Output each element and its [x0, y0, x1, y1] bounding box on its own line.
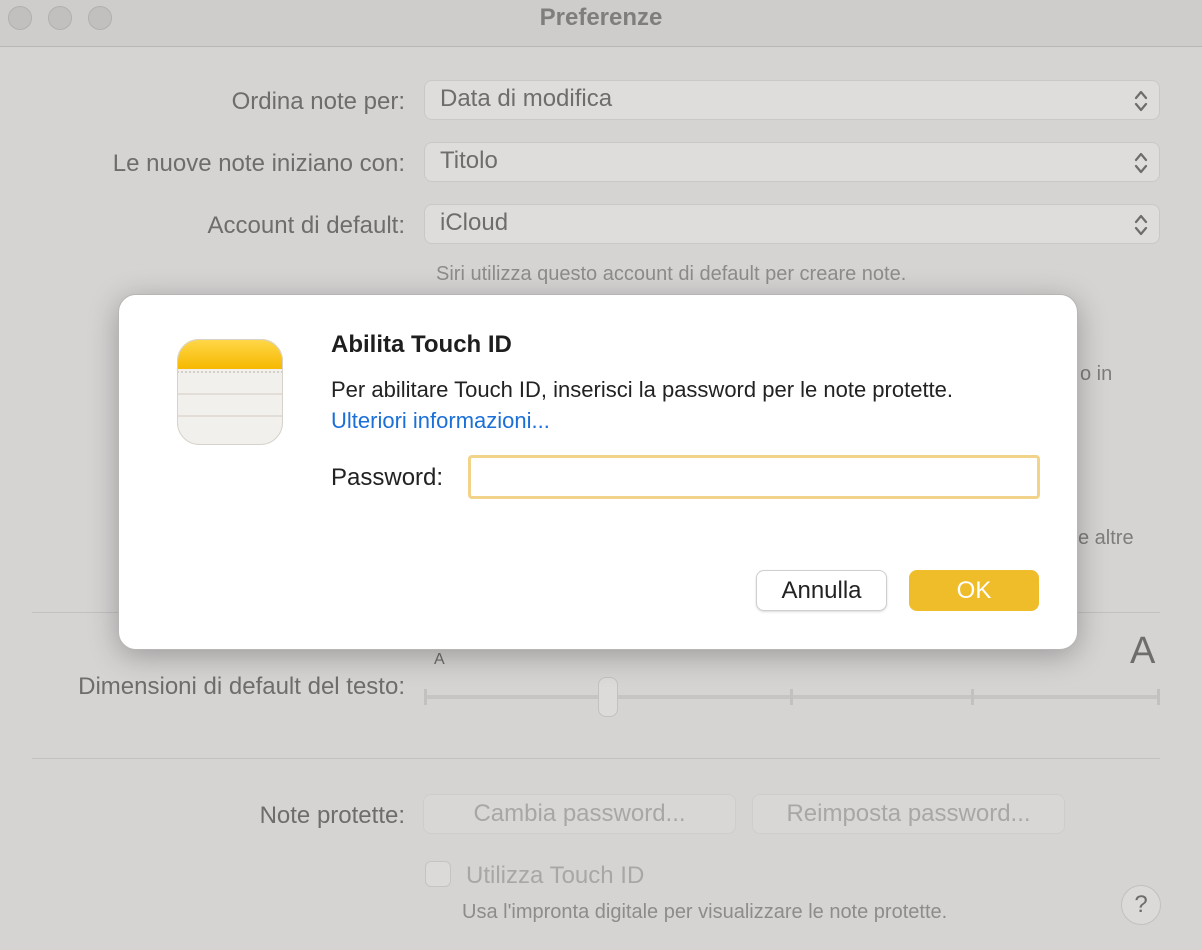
- updown-chevron-icon: [1134, 214, 1148, 236]
- sort-popup-value: Data di modifica: [440, 85, 613, 112]
- small-text-size-label: A: [434, 651, 445, 668]
- account-label: Account di default:: [207, 212, 405, 239]
- account-note: Siri utilizza questo account di default …: [436, 263, 907, 285]
- slider-tick: [971, 689, 974, 705]
- hidden-text-1: o in: [1080, 363, 1113, 385]
- new-notes-popup[interactable]: Titolo: [424, 142, 1160, 182]
- text-size-slider-thumb[interactable]: [598, 677, 618, 717]
- help-button[interactable]: ?: [1121, 885, 1161, 925]
- slider-tick: [424, 689, 427, 705]
- sort-label: Ordina note per:: [231, 88, 405, 115]
- password-field[interactable]: [468, 455, 1040, 499]
- ok-button[interactable]: OK: [909, 570, 1039, 611]
- cancel-button[interactable]: Annulla: [756, 570, 887, 611]
- sort-popup[interactable]: Data di modifica: [424, 80, 1160, 120]
- learn-more-link[interactable]: Ulteriori informazioni...: [331, 408, 550, 433]
- large-text-size-label: A: [1130, 630, 1156, 672]
- window-title: Preferenze: [539, 4, 663, 31]
- touch-id-note: Usa l'impronta digitale per visualizzare…: [462, 901, 948, 923]
- dialog-title: Abilita Touch ID: [331, 331, 512, 358]
- slider-tick: [790, 689, 793, 705]
- title-bar: Preferenze: [0, 0, 1202, 47]
- notes-app-icon: [177, 339, 283, 445]
- hidden-text-2: e altre: [1078, 527, 1134, 549]
- dialog-message: Per abilitare Touch ID, inserisci la pas…: [331, 374, 991, 436]
- change-password-button[interactable]: Cambia password...: [423, 794, 736, 834]
- updown-chevron-icon: [1134, 90, 1148, 112]
- text-size-label: Dimensioni di default del testo:: [78, 673, 405, 700]
- locked-notes-label: Note protette:: [259, 802, 405, 829]
- separator: [32, 758, 1160, 759]
- new-notes-label: Le nuove note iniziano con:: [112, 150, 405, 177]
- reset-password-button[interactable]: Reimposta password...: [752, 794, 1065, 834]
- touch-id-dialog: Abilita Touch ID Per abilitare Touch ID,…: [118, 294, 1078, 650]
- account-popup-value: iCloud: [440, 209, 509, 236]
- updown-chevron-icon: [1134, 152, 1148, 174]
- slider-tick: [1157, 689, 1160, 705]
- account-popup[interactable]: iCloud: [424, 204, 1160, 244]
- dialog-message-text: Per abilitare Touch ID, inserisci la pas…: [331, 377, 954, 402]
- new-notes-popup-value: Titolo: [440, 147, 498, 174]
- touch-id-label: Utilizza Touch ID: [466, 862, 645, 889]
- password-label: Password:: [331, 464, 444, 491]
- touch-id-checkbox[interactable]: [425, 861, 451, 887]
